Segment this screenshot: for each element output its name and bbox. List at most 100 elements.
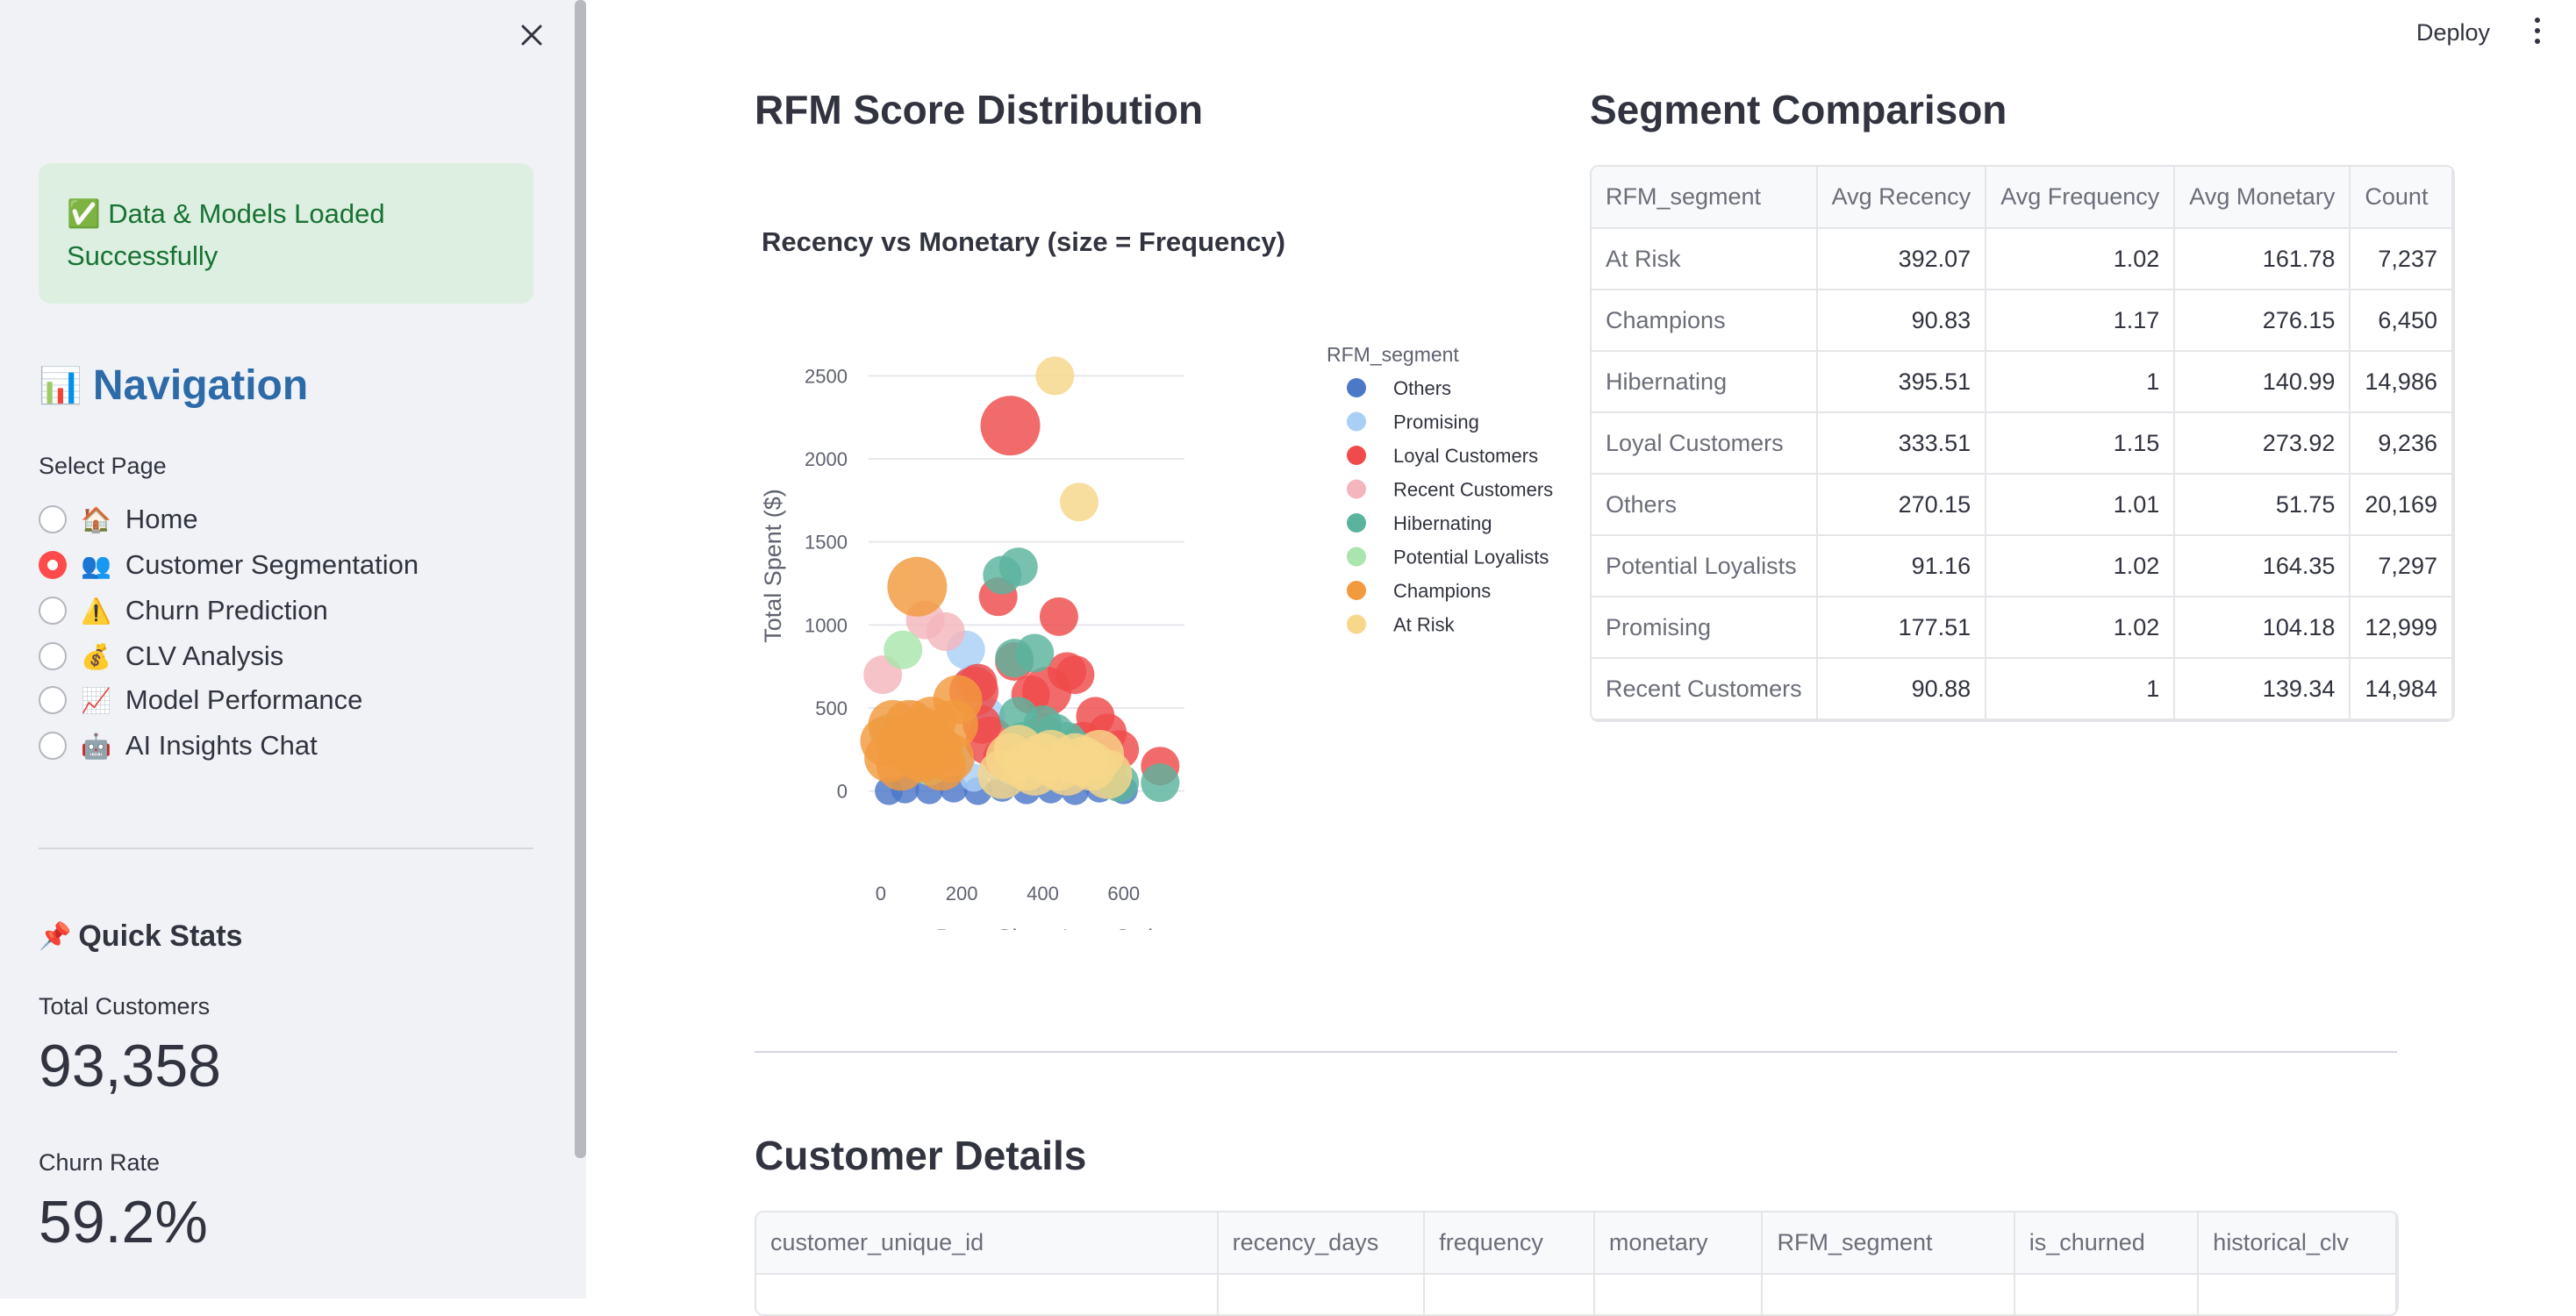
churn-rate-value: 59.2%	[39, 1189, 208, 1255]
table-cell: 90.83	[1816, 290, 1987, 352]
page-radio-home[interactable]: 🏠 Home	[39, 504, 198, 535]
table-header-row: customer_unique_id recency_days frequency m…	[756, 1212, 2397, 1275]
data-point	[860, 716, 910, 766]
column-header[interactable]: monetary	[1593, 1212, 1764, 1275]
radio-button[interactable]	[39, 597, 67, 625]
page-label: CLV Analysis	[125, 640, 284, 671]
main-divider	[755, 1051, 2397, 1053]
table-cell: 1	[1986, 351, 2176, 413]
legend-marker	[1347, 513, 1366, 533]
table-cell: 1.02	[1986, 535, 2176, 597]
table-cell: 6,450	[2350, 290, 2453, 352]
sidebar: ✅ Data & Models Loaded Successfully 📊 Na…	[0, 0, 586, 1298]
table-row[interactable]: At Risk 392.07 1.02 161.78 7,237	[1592, 228, 2453, 290]
data-point	[1141, 763, 1180, 803]
success-alert: ✅ Data & Models Loaded Successfully	[39, 163, 533, 304]
main-menu-button[interactable]	[2532, 18, 2543, 49]
table-cell: 91.16	[1816, 535, 1987, 597]
x-axis-label: Days Since Last Order	[936, 925, 1175, 930]
table-cell: 164.35	[2174, 535, 2351, 597]
table-cell: Promising	[1592, 597, 1818, 659]
table-row[interactable]: Hibernating 395.51 1 140.99 14,986	[1592, 351, 2453, 413]
table-row[interactable]: Others 270.15 1.01 51.75 20,169	[1592, 474, 2453, 536]
page-icon: 🤖	[81, 732, 111, 760]
data-point	[884, 630, 923, 669]
total-customers-value: 93,358	[39, 1033, 221, 1099]
page-label: Churn Prediction	[125, 595, 328, 626]
page-radio-ai-insights-chat[interactable]: 🤖 AI Insights Chat	[39, 730, 318, 762]
scatter-chart[interactable]: 0 500 1000 1500 2000 2500 0 200 400 600 Days Since…	[755, 263, 1579, 930]
table-cell: 7,237	[2350, 228, 2453, 290]
legend-marker	[1347, 547, 1366, 567]
customer-details-title: Customer Details	[755, 1133, 1087, 1178]
y-tick-label: 500	[815, 697, 848, 719]
table-cell: 9,236	[2350, 412, 2453, 475]
column-header[interactable]: Avg Recency	[1816, 167, 1987, 229]
table-cell: 1.02	[1986, 228, 2176, 290]
radio-button[interactable]	[39, 732, 67, 760]
data-point	[926, 612, 965, 651]
table-row[interactable]: Champions 90.83 1.17 276.15 6,450	[1592, 290, 2453, 352]
radio-button[interactable]	[39, 551, 67, 579]
page-radio-model-performance[interactable]: 📈 Model Performance	[39, 684, 362, 716]
legend-label: Champions	[1393, 580, 1491, 602]
data-point	[1060, 483, 1098, 522]
data-point	[887, 556, 948, 617]
table-cell: 104.18	[2174, 597, 2351, 659]
table-cell: 139.34	[2174, 658, 2351, 720]
y-axis-label: Total Spent ($)	[760, 489, 786, 643]
legend-label: Recent Customers	[1393, 479, 1553, 501]
page-icon: 📈	[81, 686, 111, 714]
column-header[interactable]: Avg Monetary	[2174, 167, 2351, 229]
page-label: AI Insights Chat	[125, 730, 318, 761]
table-cell	[1762, 1274, 2015, 1314]
total-customers-label: Total Customers	[39, 993, 211, 1019]
table-cell: 14,984	[2350, 658, 2453, 720]
table-cell: 7,297	[2350, 535, 2453, 597]
legend-marker	[1347, 479, 1366, 499]
column-header[interactable]: RFM_segment	[1762, 1212, 2015, 1275]
data-point	[998, 547, 1038, 587]
column-header[interactable]: is_churned	[2014, 1212, 2200, 1275]
table-cell	[2014, 1274, 2200, 1314]
table-cell: 1.01	[1986, 474, 2176, 536]
page-icon: 💰	[81, 642, 111, 670]
table-row[interactable]: Loyal Customers 333.51 1.15 273.92 9,236	[1592, 412, 2453, 475]
page-radio-customer-segmentation[interactable]: 👥 Customer Segmentation	[39, 549, 419, 581]
page-label: Customer Segmentation	[125, 549, 419, 580]
table-row[interactable]: Potential Loyalists 91.16 1.02 164.35 7,297	[1592, 535, 2453, 597]
page-radio-clv-analysis[interactable]: 💰 CLV Analysis	[39, 640, 283, 672]
column-header[interactable]: recency_days	[1217, 1212, 1426, 1275]
column-header[interactable]: Count	[2350, 167, 2453, 229]
table-row[interactable]	[756, 1274, 2397, 1314]
customer-details-table[interactable]: customer_unique_id recency_days frequency m…	[755, 1211, 2399, 1316]
table-cell: 395.51	[1816, 351, 1987, 413]
column-header[interactable]: Avg Frequency	[1986, 167, 2176, 229]
column-header[interactable]: frequency	[1424, 1212, 1595, 1275]
table-cell: 270.15	[1816, 474, 1987, 536]
sidebar-divider	[39, 848, 533, 849]
segment-comparison-table[interactable]: RFM_segment Avg Recency Avg Frequency Avg M…	[1590, 165, 2455, 722]
column-header[interactable]: RFM_segment	[1592, 167, 1818, 229]
sidebar-scrollbar[interactable]	[575, 0, 586, 1158]
deploy-button[interactable]: Deploy	[2416, 19, 2490, 46]
page-radio-churn-prediction[interactable]: ⚠️ Churn Prediction	[39, 595, 328, 626]
close-icon	[521, 25, 542, 46]
column-header[interactable]: historical_clv	[2198, 1212, 2397, 1275]
column-header[interactable]: customer_unique_id	[756, 1212, 1219, 1275]
radio-button[interactable]	[39, 686, 67, 714]
navigation-heading: 📊 Navigation	[39, 361, 308, 410]
data-point	[1055, 655, 1095, 695]
close-sidebar-button[interactable]	[516, 19, 547, 51]
table-row[interactable]: Promising 177.51 1.02 104.18 12,999	[1592, 597, 2453, 659]
table-row[interactable]: Recent Customers 90.88 1 139.34 14,984	[1592, 658, 2453, 720]
table-cell	[1217, 1274, 1426, 1314]
legend-marker	[1347, 378, 1366, 397]
table-cell: Champions	[1592, 290, 1818, 352]
legend-marker	[1347, 446, 1366, 465]
table-cell: Hibernating	[1592, 351, 1818, 413]
table-cell: 90.88	[1816, 658, 1987, 720]
radio-button[interactable]	[39, 642, 67, 670]
rfm-distribution-title: RFM Score Distribution	[755, 87, 1204, 132]
radio-button[interactable]	[39, 505, 67, 533]
